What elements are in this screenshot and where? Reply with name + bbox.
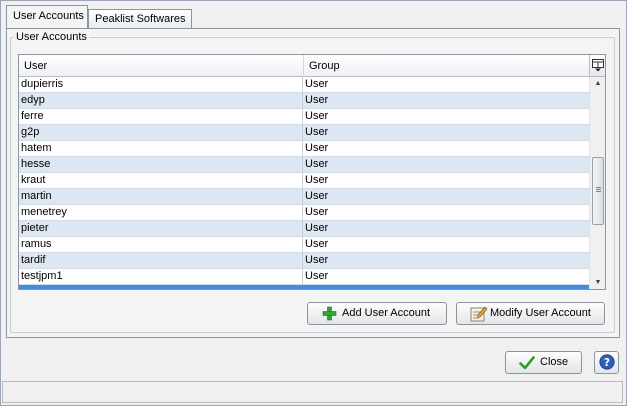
group-cell: User xyxy=(305,270,329,282)
group-cell: User xyxy=(305,190,329,202)
scroll-up-icon[interactable]: ▲ xyxy=(590,77,605,91)
help-icon: ? xyxy=(599,354,615,370)
column-header-user[interactable]: User xyxy=(19,55,304,77)
table-row[interactable]: edyp User xyxy=(19,93,589,109)
group-cell: User xyxy=(305,158,329,170)
plus-icon xyxy=(322,306,337,321)
table-row[interactable]: hatem User xyxy=(19,141,589,157)
table-row[interactable]: ferre User xyxy=(19,109,589,125)
user-cell: ramus xyxy=(19,237,303,253)
user-cell: ferre xyxy=(19,109,303,125)
group-cell: User xyxy=(305,78,329,90)
table-row[interactable]: pieter User xyxy=(19,221,589,237)
group-title: User Accounts xyxy=(14,31,89,43)
table-header: User Group xyxy=(19,55,589,77)
group-cell: User xyxy=(305,94,329,106)
user-cell: tardif xyxy=(19,253,303,269)
column-chooser-button[interactable] xyxy=(589,55,605,77)
scroll-thumb[interactable] xyxy=(592,157,604,225)
add-user-account-label: Add User Account xyxy=(342,307,431,319)
group-cell: User xyxy=(305,174,329,186)
close-button[interactable]: Close xyxy=(505,351,582,374)
table-row[interactable]: kraut User xyxy=(19,173,589,189)
table-row[interactable]: testjpm1 User xyxy=(19,269,589,285)
edit-icon xyxy=(470,306,488,322)
close-label: Close xyxy=(540,356,569,368)
svg-text:?: ? xyxy=(604,356,610,369)
status-bar xyxy=(2,381,623,403)
help-button[interactable]: ? xyxy=(594,351,619,374)
tab-user-accounts[interactable]: User Accounts xyxy=(6,5,88,28)
table-row[interactable]: dupierris User xyxy=(19,77,589,93)
column-header-group[interactable]: Group xyxy=(304,55,589,77)
modify-user-account-label: Modify User Account xyxy=(490,307,591,319)
group-cell: User xyxy=(305,222,329,234)
user-cell: edyp xyxy=(19,93,303,109)
user-cell: testjpm1 xyxy=(19,269,303,285)
table-row[interactable]: menetrey User xyxy=(19,205,589,221)
user-cell: kraut xyxy=(19,173,303,189)
vertical-scrollbar[interactable]: ▲ ▼ xyxy=(589,77,605,289)
check-icon xyxy=(519,356,535,370)
group-cell: User xyxy=(305,206,329,218)
table-row[interactable]: tardif User xyxy=(19,253,589,269)
user-cell: pieter xyxy=(19,221,303,237)
column-chooser-icon xyxy=(592,59,604,72)
add-user-account-button[interactable]: Add User Account xyxy=(307,302,447,325)
table-row[interactable]: martin User xyxy=(19,189,589,205)
table-row[interactable]: ramus User xyxy=(19,237,589,253)
group-cell: User xyxy=(305,238,329,250)
modify-user-account-button[interactable]: Modify User Account xyxy=(456,302,605,325)
user-cell: g2p xyxy=(19,125,303,141)
user-cell: hesse xyxy=(19,157,303,173)
table-row[interactable]: hesse User xyxy=(19,157,589,173)
group-cell: User xyxy=(305,126,329,138)
scroll-down-icon[interactable]: ▼ xyxy=(590,276,605,289)
group-cell: User xyxy=(305,254,329,266)
user-cell: hatem xyxy=(19,141,303,157)
tab-peaklist-softwares[interactable]: Peaklist Softwares xyxy=(88,9,192,28)
user-cell: dupierris xyxy=(19,77,303,93)
selected-table-row[interactable] xyxy=(19,285,589,289)
table-row[interactable]: g2p User xyxy=(19,125,589,141)
group-cell: User xyxy=(305,142,329,154)
table-body: dupierris User edyp User ferre User g2p User hat… xyxy=(19,77,589,289)
user-cell: martin xyxy=(19,189,303,205)
group-cell: User xyxy=(305,110,329,122)
user-cell: menetrey xyxy=(19,205,303,221)
user-accounts-table: User Group dupierris User edyp User ferre Use… xyxy=(18,54,606,290)
